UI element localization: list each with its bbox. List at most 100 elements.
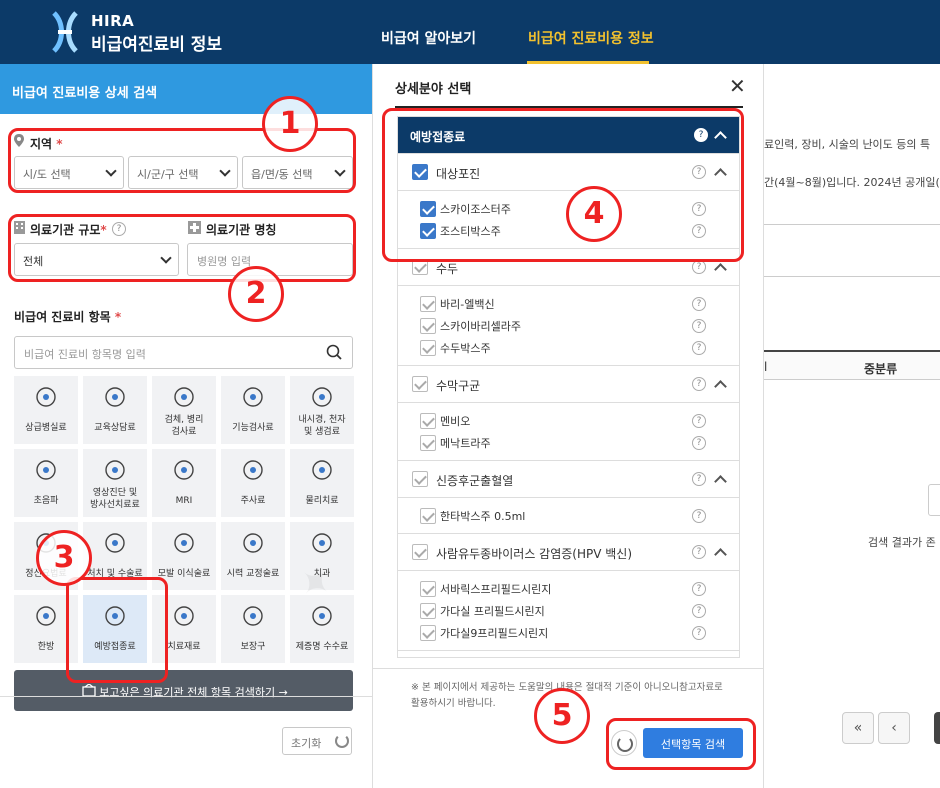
tree-item-label: 수두박스주 xyxy=(440,342,491,355)
category-func[interactable]: 기능검사료 xyxy=(221,376,285,444)
mri-icon xyxy=(174,460,194,480)
counsel-icon xyxy=(105,387,125,407)
search-icon[interactable] xyxy=(326,344,342,360)
tree-item[interactable]: 바리-엘백신? xyxy=(398,293,739,315)
category-label: 상급병실료 xyxy=(25,423,67,433)
category-phys[interactable]: 물리치료 xyxy=(290,449,354,517)
column-header: 중분류 xyxy=(864,362,898,376)
category-label: 내시경, 천자 xyxy=(298,415,346,425)
category-mri[interactable]: MRI xyxy=(152,449,216,517)
xray-icon xyxy=(105,460,125,480)
help-icon[interactable]: ? xyxy=(692,297,706,311)
close-icon[interactable]: ✕ xyxy=(729,74,746,98)
divider xyxy=(373,668,765,669)
nav-cost-info[interactable]: 비급여 진료비용 정보 xyxy=(528,28,654,48)
category-micro[interactable]: 검체, 병리 검사료 xyxy=(152,376,216,444)
checkbox[interactable] xyxy=(412,544,428,560)
tree-group[interactable]: 신증후군출혈열? xyxy=(398,461,739,498)
help-icon[interactable]: ? xyxy=(692,414,706,428)
help-icon[interactable]: ? xyxy=(692,626,706,640)
tree-item-label: 바리-엘백신 xyxy=(440,298,495,311)
divider xyxy=(0,696,372,697)
annotation-number: 3 xyxy=(36,530,92,586)
category-counsel[interactable]: 교육상담료 xyxy=(83,376,147,444)
first-page-button[interactable]: « xyxy=(842,712,874,744)
annotation-box xyxy=(8,214,356,282)
category-wheel[interactable]: 보장구 xyxy=(221,595,285,663)
results-panel: 료인력, 장비, 시술의 난이도 등의 특 간(4월~8월)입니다. 2024년… xyxy=(764,64,940,788)
current-page-button[interactable] xyxy=(934,712,940,744)
category-eye[interactable]: 시력 교정술료 xyxy=(221,522,285,590)
tree-group-label: 수두 xyxy=(436,262,459,276)
checkbox[interactable] xyxy=(420,340,436,356)
help-icon[interactable]: ? xyxy=(692,545,706,559)
info-text: 료인력, 장비, 시술의 난이도 등의 특 xyxy=(764,138,931,151)
tree-item[interactable]: 스카이바리셀라주? xyxy=(398,315,739,337)
help-icon[interactable]: ? xyxy=(692,260,706,274)
ultra-icon xyxy=(36,460,56,480)
empty-result-text: 검색 결과가 존 xyxy=(868,536,936,549)
help-icon[interactable]: ? xyxy=(692,319,706,333)
tree-item-label: 한타박스주 0.5ml xyxy=(440,510,526,523)
help-icon[interactable]: ? xyxy=(692,582,706,596)
category-inj[interactable]: 주사료 xyxy=(221,449,285,517)
tree-item-label: 멘비오 xyxy=(440,415,471,428)
tree-group-label: 수막구균 xyxy=(436,379,481,393)
hospital-icon xyxy=(82,684,96,696)
checkbox[interactable] xyxy=(420,581,436,597)
brand-subtitle: 비급여진료비 정보 xyxy=(91,35,223,55)
empty-result-icon xyxy=(928,484,940,516)
checkbox[interactable] xyxy=(420,296,436,312)
category-endo[interactable]: 내시경, 천자 및 생검료 xyxy=(290,376,354,444)
checkbox[interactable] xyxy=(412,471,428,487)
annotation-number: 4 xyxy=(566,186,622,242)
category-label: 검사료 xyxy=(171,427,197,437)
modal-title: 상세분야 선택 xyxy=(395,82,472,97)
chevron-up-icon[interactable] xyxy=(714,548,727,561)
help-icon[interactable]: ? xyxy=(692,377,706,391)
search-all-button[interactable]: 보고싶은 의료기관 전체 항목 검색하기 → xyxy=(14,670,353,711)
category-xray[interactable]: 영상진단 및 방사선치료료 xyxy=(83,449,147,517)
checkbox[interactable] xyxy=(420,508,436,524)
category-ultra[interactable]: 초음파 xyxy=(14,449,78,517)
chevron-up-icon[interactable] xyxy=(714,380,727,393)
category-label: 제증명 수수료 xyxy=(295,642,349,652)
tree-item[interactable]: 가다실9프리필드시린지? xyxy=(398,622,739,644)
checkbox[interactable] xyxy=(412,376,428,392)
tree-item[interactable]: 수두박스주? xyxy=(398,337,739,359)
search-panel-header: 비급여 진료비용 상세 검색 xyxy=(0,64,372,114)
category-label: 초음파 xyxy=(33,496,59,506)
checkbox[interactable] xyxy=(420,413,436,429)
item-search-input[interactable]: 비급여 진료비 항목명 입력 xyxy=(14,336,353,369)
help-icon[interactable]: ? xyxy=(692,604,706,618)
tree-item[interactable]: 서바릭스프리필드시린지? xyxy=(398,578,739,600)
chevron-up-icon[interactable] xyxy=(714,263,727,276)
bed-icon xyxy=(36,387,56,407)
item-label: 비급여 진료비 항목 * xyxy=(14,310,122,324)
tree-item[interactable]: 멘비오? xyxy=(398,410,739,432)
tree-item-label: 서바릭스프리필드시린지 xyxy=(440,583,552,596)
tree-group[interactable]: 수막구균? xyxy=(398,366,739,403)
tree-item[interactable]: 한타박스주 0.5ml? xyxy=(398,505,739,527)
category-bed[interactable]: 상급병실료 xyxy=(14,376,78,444)
tree-item[interactable]: 가다실 프리필드시린지? xyxy=(398,600,739,622)
checkbox[interactable] xyxy=(420,603,436,619)
reset-button[interactable]: 초기화 xyxy=(282,727,352,755)
help-icon[interactable]: ? xyxy=(692,509,706,523)
nav-learn[interactable]: 비급여 알아보기 xyxy=(381,28,476,48)
checkbox[interactable] xyxy=(420,318,436,334)
help-icon[interactable]: ? xyxy=(692,472,706,486)
chevron-up-icon[interactable] xyxy=(714,475,727,488)
phys-icon xyxy=(312,460,332,480)
annotation-number: 1 xyxy=(262,96,318,152)
help-icon[interactable]: ? xyxy=(692,341,706,355)
refresh-icon xyxy=(335,734,349,748)
checkbox[interactable] xyxy=(420,435,436,451)
prev-page-button[interactable]: ‹ xyxy=(878,712,910,744)
help-icon[interactable]: ? xyxy=(692,436,706,450)
tree-item-label: 가다실9프리필드시린지 xyxy=(440,627,549,640)
tree-group[interactable]: 사람유두종바이러스 감염증(HPV 백신)? xyxy=(398,534,739,571)
tree-item[interactable]: 메낙트라주? xyxy=(398,432,739,454)
checkbox[interactable] xyxy=(420,625,436,641)
func-icon xyxy=(243,387,263,407)
